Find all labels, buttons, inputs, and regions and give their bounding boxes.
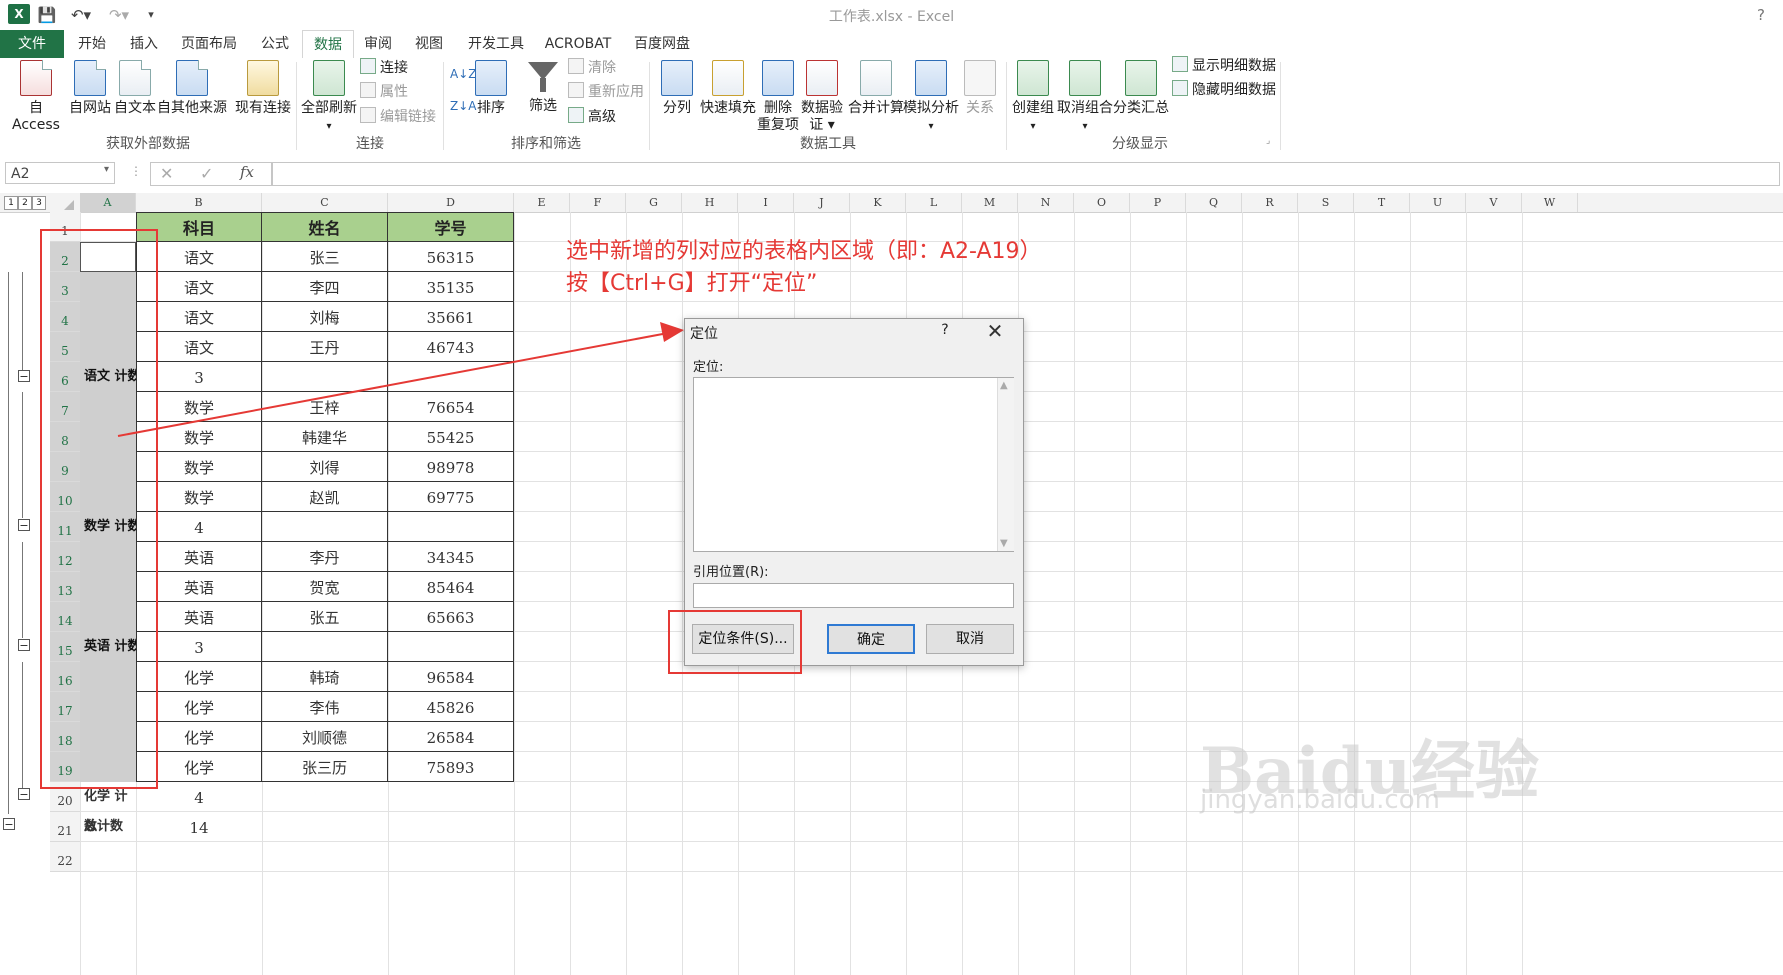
cancel-button[interactable]: 取消 [926, 624, 1014, 654]
baidu-watermark-url: jingyan.baidu.com [1200, 785, 1440, 815]
scroll-up-icon[interactable]: ▲ [1000, 380, 1008, 391]
goto-listbox[interactable] [693, 377, 1014, 552]
dialog-title: 定位 [690, 326, 718, 342]
listbox-scrollbar[interactable] [997, 378, 1014, 551]
scroll-down-icon[interactable]: ▼ [1000, 538, 1008, 549]
dialog-help-icon[interactable]: ? [938, 322, 952, 338]
goto-list-label: 定位: [693, 360, 724, 375]
special-button-highlight-box [668, 610, 802, 674]
reference-input[interactable] [693, 583, 1014, 608]
ok-button[interactable]: 确定 [827, 624, 915, 654]
reference-label: 引用位置(R): [693, 565, 769, 580]
dialog-close-icon[interactable]: ✕ [985, 319, 1005, 343]
